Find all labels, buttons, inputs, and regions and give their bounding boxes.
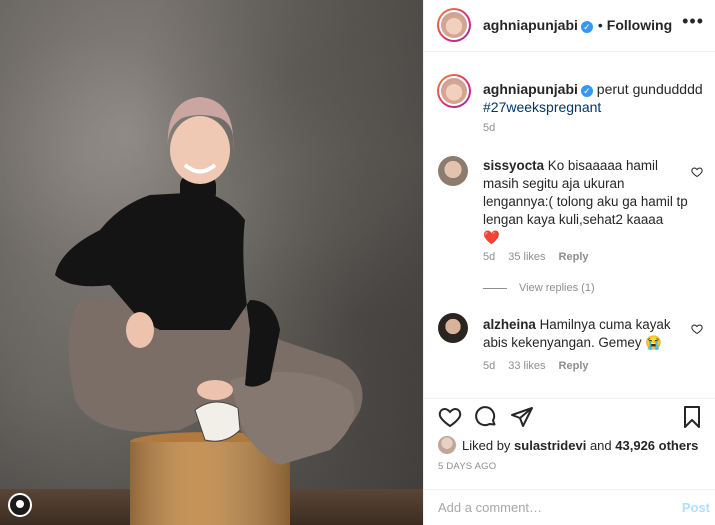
- photo-subject: [55, 97, 363, 525]
- author-avatar[interactable]: [437, 8, 471, 42]
- author-username[interactable]: aghniapunjabi: [483, 17, 578, 33]
- liker-username[interactable]: sulastridevi: [514, 438, 586, 453]
- comment-meta: 5d 33 likes Reply: [483, 360, 602, 372]
- verified-icon: ✓: [580, 85, 593, 97]
- commenter-avatar[interactable]: [438, 156, 468, 186]
- caption-body: perut gundudddd: [596, 81, 703, 97]
- comment-emoji: 😭: [645, 335, 662, 350]
- reply-button[interactable]: Reply: [559, 360, 589, 372]
- comment-emoji: ❤️: [483, 230, 500, 245]
- reply-button[interactable]: Reply: [559, 251, 589, 263]
- comment-icon[interactable]: [474, 405, 498, 429]
- comment-likes[interactable]: 33 likes: [508, 360, 545, 372]
- likes-summary: Liked by sulastridevi and 43,926 others: [438, 436, 698, 454]
- likes-count[interactable]: 43,926 others: [615, 438, 698, 453]
- caption-text: aghniapunjabi ✓ perut gundudddd #27weeksp…: [483, 80, 703, 116]
- comment-likes[interactable]: 35 likes: [508, 251, 545, 263]
- post-photo[interactable]: [0, 0, 423, 525]
- post-header: aghniapunjabi ✓ • Following •••: [424, 0, 715, 52]
- share-icon[interactable]: [510, 405, 534, 429]
- comment-text: sissyocta Ko bisaaaaa hamil masih segitu…: [483, 157, 688, 247]
- post-side-panel: aghniapunjabi ✓ • Following ••• aghniapunja…: [423, 0, 715, 525]
- view-replies-label: View replies (1): [519, 282, 595, 294]
- like-comment-icon[interactable]: [691, 166, 703, 178]
- verified-icon: ✓: [580, 21, 593, 33]
- post-actions-bar: [424, 398, 715, 432]
- more-horizontal-icon[interactable]: •••: [682, 12, 704, 30]
- add-comment-bar: Post: [424, 489, 715, 525]
- view-replies-button[interactable]: View replies (1): [483, 282, 595, 294]
- replies-divider: [483, 287, 507, 289]
- like-icon[interactable]: [438, 405, 462, 429]
- comment-time[interactable]: 5d: [483, 360, 495, 372]
- bookmark-icon[interactable]: [680, 405, 704, 429]
- header-user-line: aghniapunjabi ✓ • Following: [483, 17, 672, 33]
- comment-username[interactable]: sissyocta: [483, 158, 544, 173]
- liked-by-prefix: Liked by: [462, 437, 511, 453]
- caption-author-avatar[interactable]: [437, 74, 471, 108]
- post-comment-button[interactable]: Post: [682, 500, 710, 515]
- commenter-avatar[interactable]: [438, 313, 468, 343]
- hashtag-link[interactable]: #27weekspregnant: [483, 99, 601, 115]
- post-date[interactable]: 5 DAYS AGO: [438, 461, 496, 472]
- like-comment-icon[interactable]: [691, 323, 703, 335]
- comment-input[interactable]: [438, 500, 668, 515]
- following-button[interactable]: Following: [607, 17, 672, 33]
- comment-text: alzheina Hamilnya cuma kayak abis kekeny…: [483, 316, 688, 352]
- comment-meta: 5d 35 likes Reply: [483, 251, 602, 263]
- caption-username[interactable]: aghniapunjabi: [483, 81, 578, 97]
- tagged-user-icon[interactable]: [8, 493, 32, 517]
- comment-time[interactable]: 5d: [483, 251, 495, 263]
- separator-dot: •: [597, 17, 603, 33]
- comment-username[interactable]: alzheina: [483, 317, 536, 332]
- likes-connector: and: [589, 437, 612, 453]
- caption-time[interactable]: 5d: [483, 122, 495, 134]
- liker-avatar[interactable]: [438, 436, 456, 454]
